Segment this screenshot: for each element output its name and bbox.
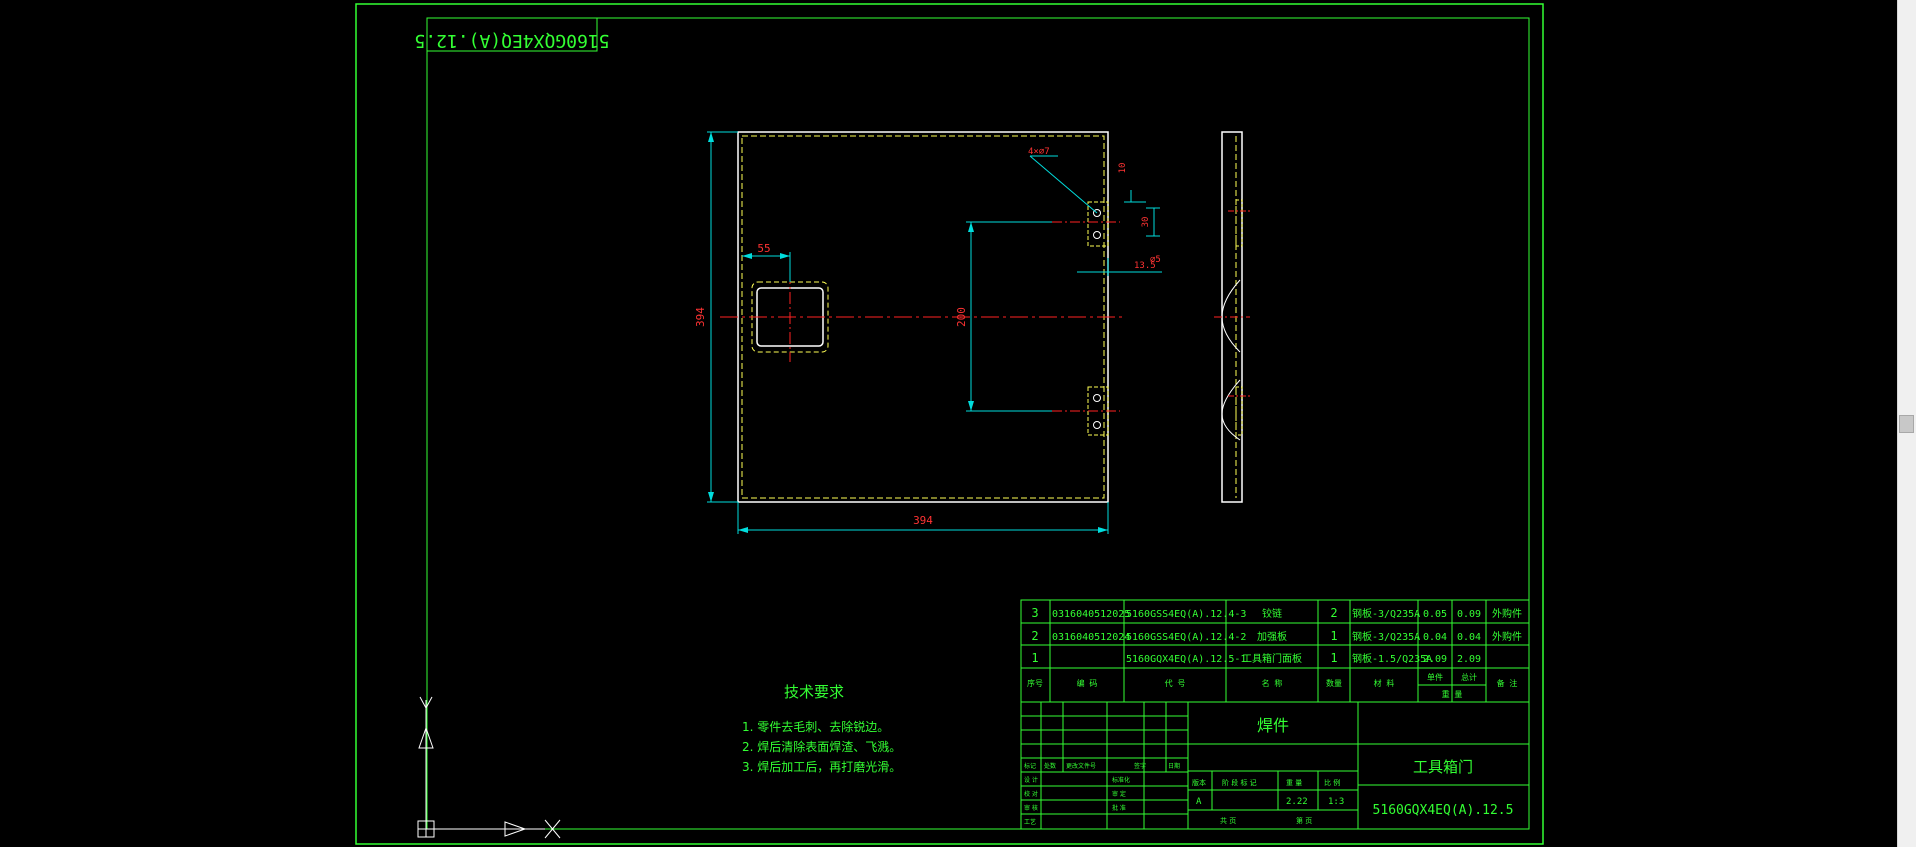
title-block-type: 焊件	[1257, 716, 1289, 735]
tech-req-item-3: 3. 焊后加工后，再打磨光滑。	[742, 759, 901, 774]
label-zone: 更改文件号	[1066, 762, 1096, 770]
label-mark: 标记	[1024, 762, 1036, 770]
front-view	[720, 131, 1125, 503]
label-check: 校 对	[1024, 790, 1038, 798]
bom-cell-w1: 0.04	[1423, 632, 1447, 643]
arrowheads	[708, 132, 1108, 533]
bom-cell-no: 2	[1031, 629, 1038, 643]
bom-cell-w2: 0.04	[1457, 632, 1481, 643]
bom-cell-part: 5160GSS4EQ(A).12.4-3	[1126, 609, 1246, 620]
hole-2	[1093, 231, 1101, 239]
title-block-weight: 2.22	[1286, 797, 1308, 807]
bom-header-weight: 重 量	[1442, 689, 1463, 699]
label-approve: 审 定	[1112, 790, 1126, 798]
label-stage: 阶 段 标 记	[1222, 778, 1257, 787]
inner-border	[426, 17, 1530, 830]
bom-cell-material: 钢板-3/Q235A	[1352, 607, 1420, 620]
bom-header-unit: 单件	[1427, 672, 1443, 682]
label-design: 设 计	[1024, 776, 1038, 784]
bom-cell-code: 0316040512024	[1052, 632, 1130, 643]
dim-phi5: ⌀5	[1150, 255, 1161, 265]
bom-cell-part: 5160GQX4EQ(A).12.5-1	[1126, 654, 1246, 665]
title-block-drawing-no: 5160GQX4EQ(A).12.5	[1373, 803, 1514, 818]
label-count: 处数	[1044, 762, 1056, 770]
label-process: 工艺	[1024, 818, 1036, 826]
drawing-canvas[interactable]: 5160GQX4EQ(A).12.5 394 394 55 200 10 30 …	[0, 0, 1916, 847]
bom-cell-qty: 1	[1330, 651, 1337, 665]
outer-border	[355, 3, 1544, 845]
label-version: 版本	[1192, 778, 1206, 787]
dim-holes: 4×⌀7	[1028, 147, 1050, 157]
dim-55: 55	[757, 242, 770, 255]
side-view	[1214, 131, 1250, 503]
hole-3	[1093, 394, 1101, 402]
dim-width-394: 394	[913, 514, 933, 527]
bom-header-qty: 数量	[1326, 678, 1342, 688]
tech-req-item-2: 2. 焊后清除表面焊渣、飞溅。	[742, 739, 901, 754]
scrollbar-thumb[interactable]	[1899, 415, 1914, 433]
dim-height-394: 394	[694, 307, 707, 327]
bom-cell-part: 5160GSS4EQ(A).12.4-2	[1126, 632, 1246, 643]
vertical-scrollbar[interactable]	[1897, 0, 1916, 847]
hole-4	[1093, 421, 1101, 429]
corner-stamp-text: 5160GQX4EQ(A).12.5	[414, 30, 609, 51]
bom-cell-no: 1	[1031, 651, 1038, 665]
dimensions	[707, 131, 1162, 534]
bom-header-part: 代 号	[1165, 678, 1186, 688]
bom-header-code: 编 码	[1077, 678, 1098, 688]
bom-cell-no: 3	[1031, 606, 1038, 620]
label-sheet: 第 页	[1296, 816, 1312, 825]
bom-header-no: 序号	[1027, 678, 1043, 688]
label-scale: 比 例	[1324, 778, 1340, 787]
bom-cell-name: 铰链	[1262, 607, 1282, 620]
bom-cell-material: 钢板-1.5/Q235A	[1352, 652, 1432, 665]
label-review: 审 核	[1024, 804, 1038, 812]
label-sheets: 共 页	[1220, 816, 1236, 825]
hinge-top	[1087, 201, 1109, 247]
tech-req-title: 技术要求	[784, 683, 844, 701]
bom-cell-material: 钢板-3/Q235A	[1352, 630, 1420, 643]
bom-cell-qty: 1	[1330, 629, 1337, 643]
label-approve2: 批 准	[1112, 804, 1126, 812]
bom-header-total: 总计	[1461, 672, 1477, 682]
title-block-version: A	[1196, 797, 1202, 807]
bom-cell-name: 加强板	[1257, 630, 1287, 643]
title-block-name: 工具箱门	[1413, 758, 1473, 776]
dim-10: 10	[1118, 163, 1128, 174]
bom-cell-note: 外购件	[1492, 630, 1522, 643]
dim-200: 200	[955, 307, 968, 327]
label-weight: 重 量	[1286, 779, 1302, 787]
dim-30: 30	[1141, 217, 1151, 228]
bom-cell-code: 0316040512025	[1052, 609, 1130, 620]
tech-req-item-1: 1. 零件去毛刺、去除锐边。	[742, 719, 889, 734]
bom-cell-qty: 2	[1330, 606, 1337, 620]
bom-cell-w2: 2.09	[1457, 654, 1481, 665]
bom-cell-w1: 0.05	[1423, 609, 1447, 620]
bom-cell-name: 工具箱门面板	[1242, 652, 1302, 665]
bom-header-material: 材 料	[1374, 678, 1395, 688]
bom-header-name: 名 称	[1262, 678, 1283, 688]
bom-cell-w2: 0.09	[1457, 609, 1481, 620]
label-standard: 标准化	[1112, 776, 1130, 784]
ucs-icon[interactable]	[417, 696, 561, 839]
title-block-scale: 1:3	[1328, 797, 1344, 807]
label-date: 日期	[1168, 762, 1180, 770]
cad-viewer: 5160GQX4EQ(A).12.5 394 394 55 200 10 30 …	[0, 0, 1916, 847]
bom-header-note: 备 注	[1497, 678, 1518, 688]
bom-cell-w1: 2.09	[1423, 654, 1447, 665]
label-sign: 签字	[1134, 762, 1146, 770]
bom-cell-note: 外购件	[1492, 607, 1522, 620]
